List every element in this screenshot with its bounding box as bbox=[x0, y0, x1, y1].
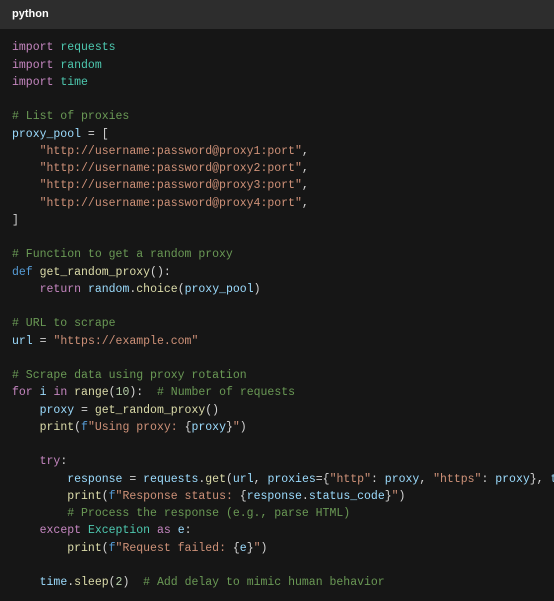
code-line bbox=[12, 91, 542, 108]
code-line: "http://username:password@proxy3:port", bbox=[12, 177, 542, 194]
code-line: for i in range(10): # Number of requests bbox=[12, 384, 542, 401]
code-line: print(f"Response status: {response.statu… bbox=[12, 488, 542, 505]
code-line: # List of proxies bbox=[12, 108, 542, 125]
code-line: try: bbox=[12, 453, 542, 470]
code-line: proxy = get_random_proxy() bbox=[12, 402, 542, 419]
code-line: proxy_pool = [ bbox=[12, 126, 542, 143]
code-line bbox=[12, 229, 542, 246]
code-line: url = "https://example.com" bbox=[12, 333, 542, 350]
code-line: "http://username:password@proxy2:port", bbox=[12, 160, 542, 177]
code-line: import random bbox=[12, 57, 542, 74]
code-line: "http://username:password@proxy1:port", bbox=[12, 143, 542, 160]
code-line: ] bbox=[12, 212, 542, 229]
code-line bbox=[12, 350, 542, 367]
code-line: response = requests.get(url, proxies={"h… bbox=[12, 471, 542, 488]
code-line: "http://username:password@proxy4:port", bbox=[12, 195, 542, 212]
code-line: time.sleep(2) # Add delay to mimic human… bbox=[12, 574, 542, 591]
code-line: print(f"Using proxy: {proxy}") bbox=[12, 419, 542, 436]
code-line bbox=[12, 298, 542, 315]
code-line: print(f"Request failed: {e}") bbox=[12, 540, 542, 557]
code-line: def get_random_proxy(): bbox=[12, 264, 542, 281]
code-line: # Function to get a random proxy bbox=[12, 246, 542, 263]
code-line bbox=[12, 557, 542, 574]
code-line bbox=[12, 436, 542, 453]
code-line: return random.choice(proxy_pool) bbox=[12, 281, 542, 298]
code-line: # Scrape data using proxy rotation bbox=[12, 367, 542, 384]
code-line: # Process the response (e.g., parse HTML… bbox=[12, 505, 542, 522]
code-line: # URL to scrape bbox=[12, 315, 542, 332]
code-line: import time bbox=[12, 74, 542, 91]
language-label: python bbox=[12, 8, 49, 20]
code-line: import requests bbox=[12, 39, 542, 56]
code-block: import requestsimport randomimport time … bbox=[0, 29, 554, 601]
code-header: python bbox=[0, 0, 554, 29]
